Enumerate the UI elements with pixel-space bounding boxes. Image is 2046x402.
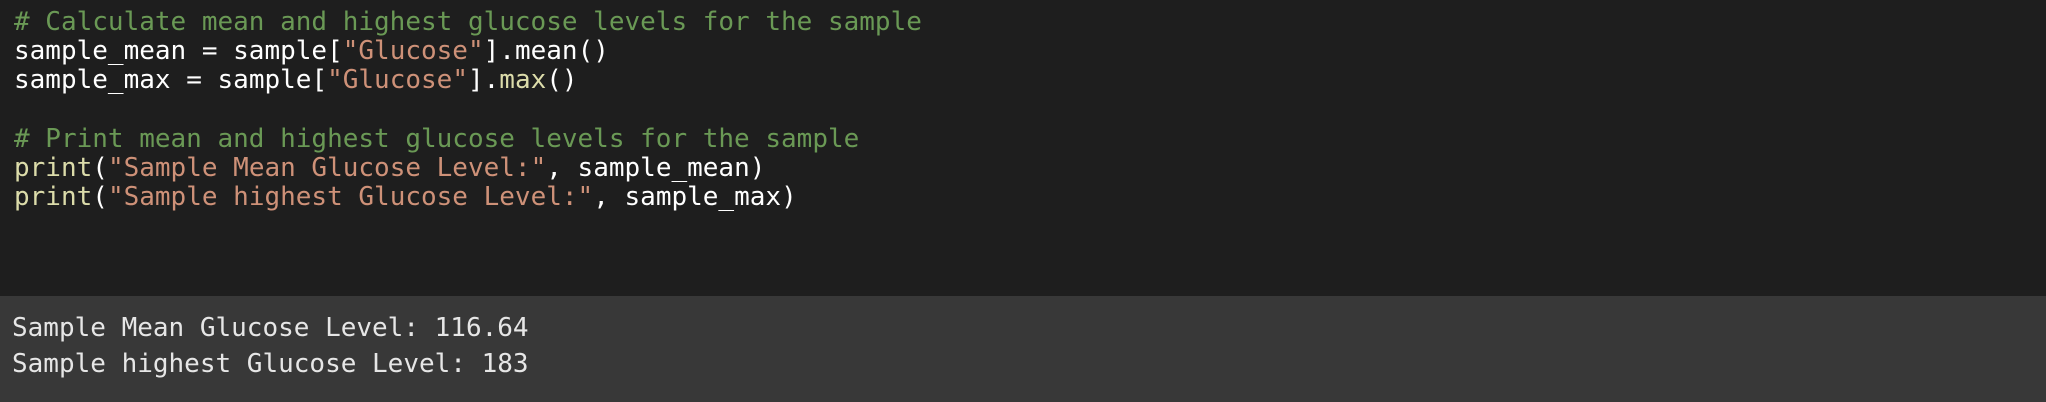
code-operator: = <box>170 65 218 95</box>
code-identifier: sample_max <box>624 182 782 212</box>
code-punctuation: [ <box>311 65 328 95</box>
cell-output: Sample Mean Glucose Level: 116.64 Sample… <box>0 296 2046 402</box>
code-function: print <box>14 182 93 212</box>
code-punctuation: ) <box>781 182 797 212</box>
code-line-print-max: print("Sample highest Glucose Level:", s… <box>14 178 797 216</box>
code-punctuation: () <box>546 65 578 95</box>
code-punctuation: ( <box>92 182 108 212</box>
code-string: "Sample highest Glucose Level:" <box>107 182 594 212</box>
output-line-max: Sample highest Glucose Level: 183 <box>12 349 529 379</box>
code-punctuation: () <box>577 36 609 66</box>
code-line-sample-max: sample_max = sample["Glucose"].max() <box>14 61 578 99</box>
code-identifier: sample <box>217 65 312 95</box>
code-method: max <box>499 65 547 95</box>
notebook-cell: # Calculate mean and highest glucose lev… <box>0 0 2046 402</box>
output-line-mean: Sample Mean Glucose Level: 116.64 <box>12 313 529 343</box>
code-editor[interactable]: # Calculate mean and highest glucose lev… <box>0 0 2046 296</box>
code-punctuation: , <box>593 182 625 212</box>
code-string: "Glucose" <box>327 65 468 95</box>
code-punctuation: ]. <box>467 65 500 95</box>
code-variable: sample_max <box>14 65 171 95</box>
